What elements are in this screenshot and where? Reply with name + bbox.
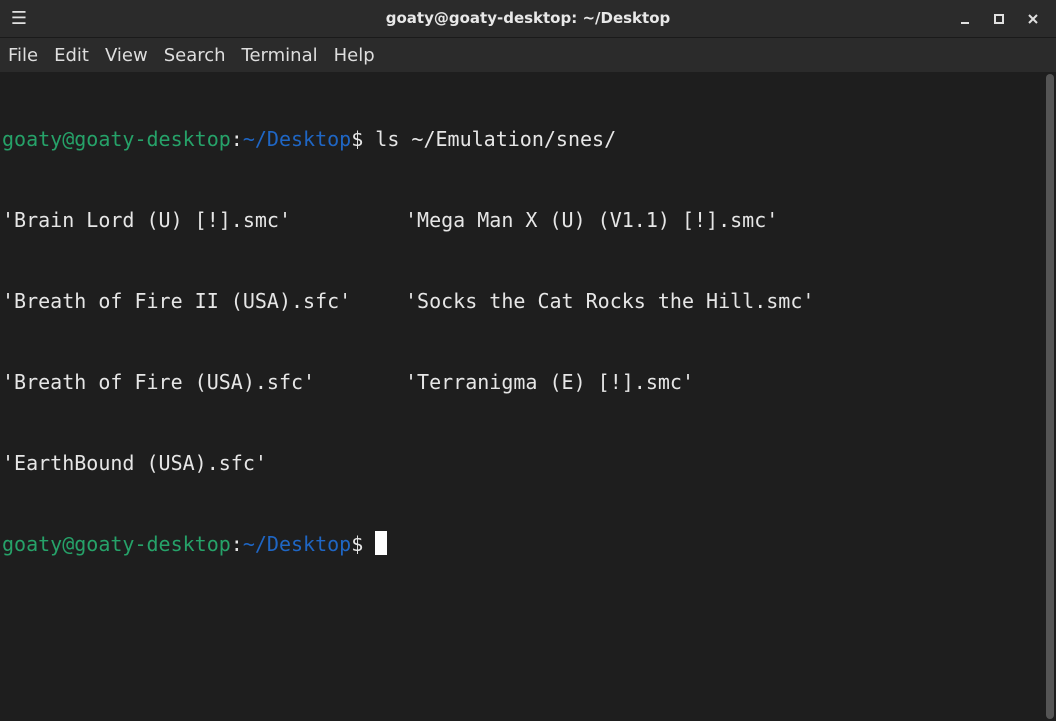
- text-cursor: [375, 531, 388, 555]
- file-entry: 'EarthBound (USA).sfc': [2, 451, 267, 475]
- prompt-colon: :: [230, 127, 243, 151]
- close-icon: [1028, 13, 1038, 24]
- prompt-colon: :: [230, 532, 243, 556]
- minimize-button[interactable]: [948, 0, 982, 37]
- menu-view[interactable]: View: [105, 45, 148, 66]
- vertical-scrollbar[interactable]: [1042, 72, 1056, 721]
- prompt-line: goaty@goaty-desktop: ~/Desktop $ ls ~/Emul…: [2, 126, 1042, 153]
- menu-help[interactable]: Help: [334, 45, 375, 66]
- file-entry: 'Breath of Fire (USA).sfc': [2, 370, 316, 394]
- menu-file[interactable]: File: [8, 45, 38, 66]
- terminal-output[interactable]: goaty@goaty-desktop: ~/Desktop $ ls ~/Emul…: [0, 72, 1042, 721]
- file-entry: 'Socks the Cat Rocks the Hill.smc': [405, 289, 815, 313]
- listing-row: 'Breath of Fire (USA).sfc' 'Terranigma (E…: [2, 369, 1042, 396]
- window-controls: [948, 0, 1050, 37]
- command-text: [363, 531, 375, 558]
- maximize-button[interactable]: [982, 0, 1016, 37]
- listing-row: 'Brain Lord (U) [!].smc' 'Mega Man X (U) …: [2, 207, 1042, 234]
- menu-edit[interactable]: Edit: [54, 45, 89, 66]
- command-text: ls ~/Emulation/snes/: [363, 127, 617, 151]
- prompt-user: goaty@goaty-desktop: [2, 127, 231, 151]
- prompt-path: ~/Desktop: [242, 532, 352, 556]
- file-entry: 'Mega Man X (U) (V1.1) [!].smc': [405, 208, 779, 232]
- menu-search[interactable]: Search: [164, 45, 226, 66]
- close-button[interactable]: [1016, 0, 1050, 37]
- maximize-icon: [994, 13, 1004, 24]
- minimize-icon: [961, 21, 969, 24]
- listing-row: 'Breath of Fire II (USA).sfc' 'Socks the …: [2, 288, 1042, 315]
- window-title: goaty@goaty-desktop: ~/Desktop: [385, 9, 671, 27]
- file-entry: 'Terranigma (E) [!].smc': [405, 370, 694, 394]
- terminal-window: ☰ goaty@goaty-desktop: ~/Desktop File Ed…: [0, 0, 1056, 721]
- listing-row: 'EarthBound (USA).sfc': [2, 450, 1042, 477]
- prompt-line: goaty@goaty-desktop: ~/Desktop $: [2, 531, 1042, 558]
- prompt-path: ~/Desktop: [242, 127, 352, 151]
- menu-terminal[interactable]: Terminal: [242, 45, 318, 66]
- hamburger-icon[interactable]: ☰: [8, 6, 30, 30]
- scrollbar-thumb[interactable]: [1046, 74, 1054, 719]
- prompt-user: goaty@goaty-desktop: [2, 532, 231, 556]
- title-bar[interactable]: ☰ goaty@goaty-desktop: ~/Desktop: [0, 0, 1056, 38]
- file-entry: 'Breath of Fire II (USA).sfc': [2, 289, 352, 313]
- file-entry: 'Brain Lord (U) [!].smc': [2, 208, 291, 232]
- prompt-dollar: $: [351, 532, 364, 556]
- menu-bar: File Edit View Search Terminal Help: [0, 38, 1056, 72]
- prompt-dollar: $: [351, 127, 364, 151]
